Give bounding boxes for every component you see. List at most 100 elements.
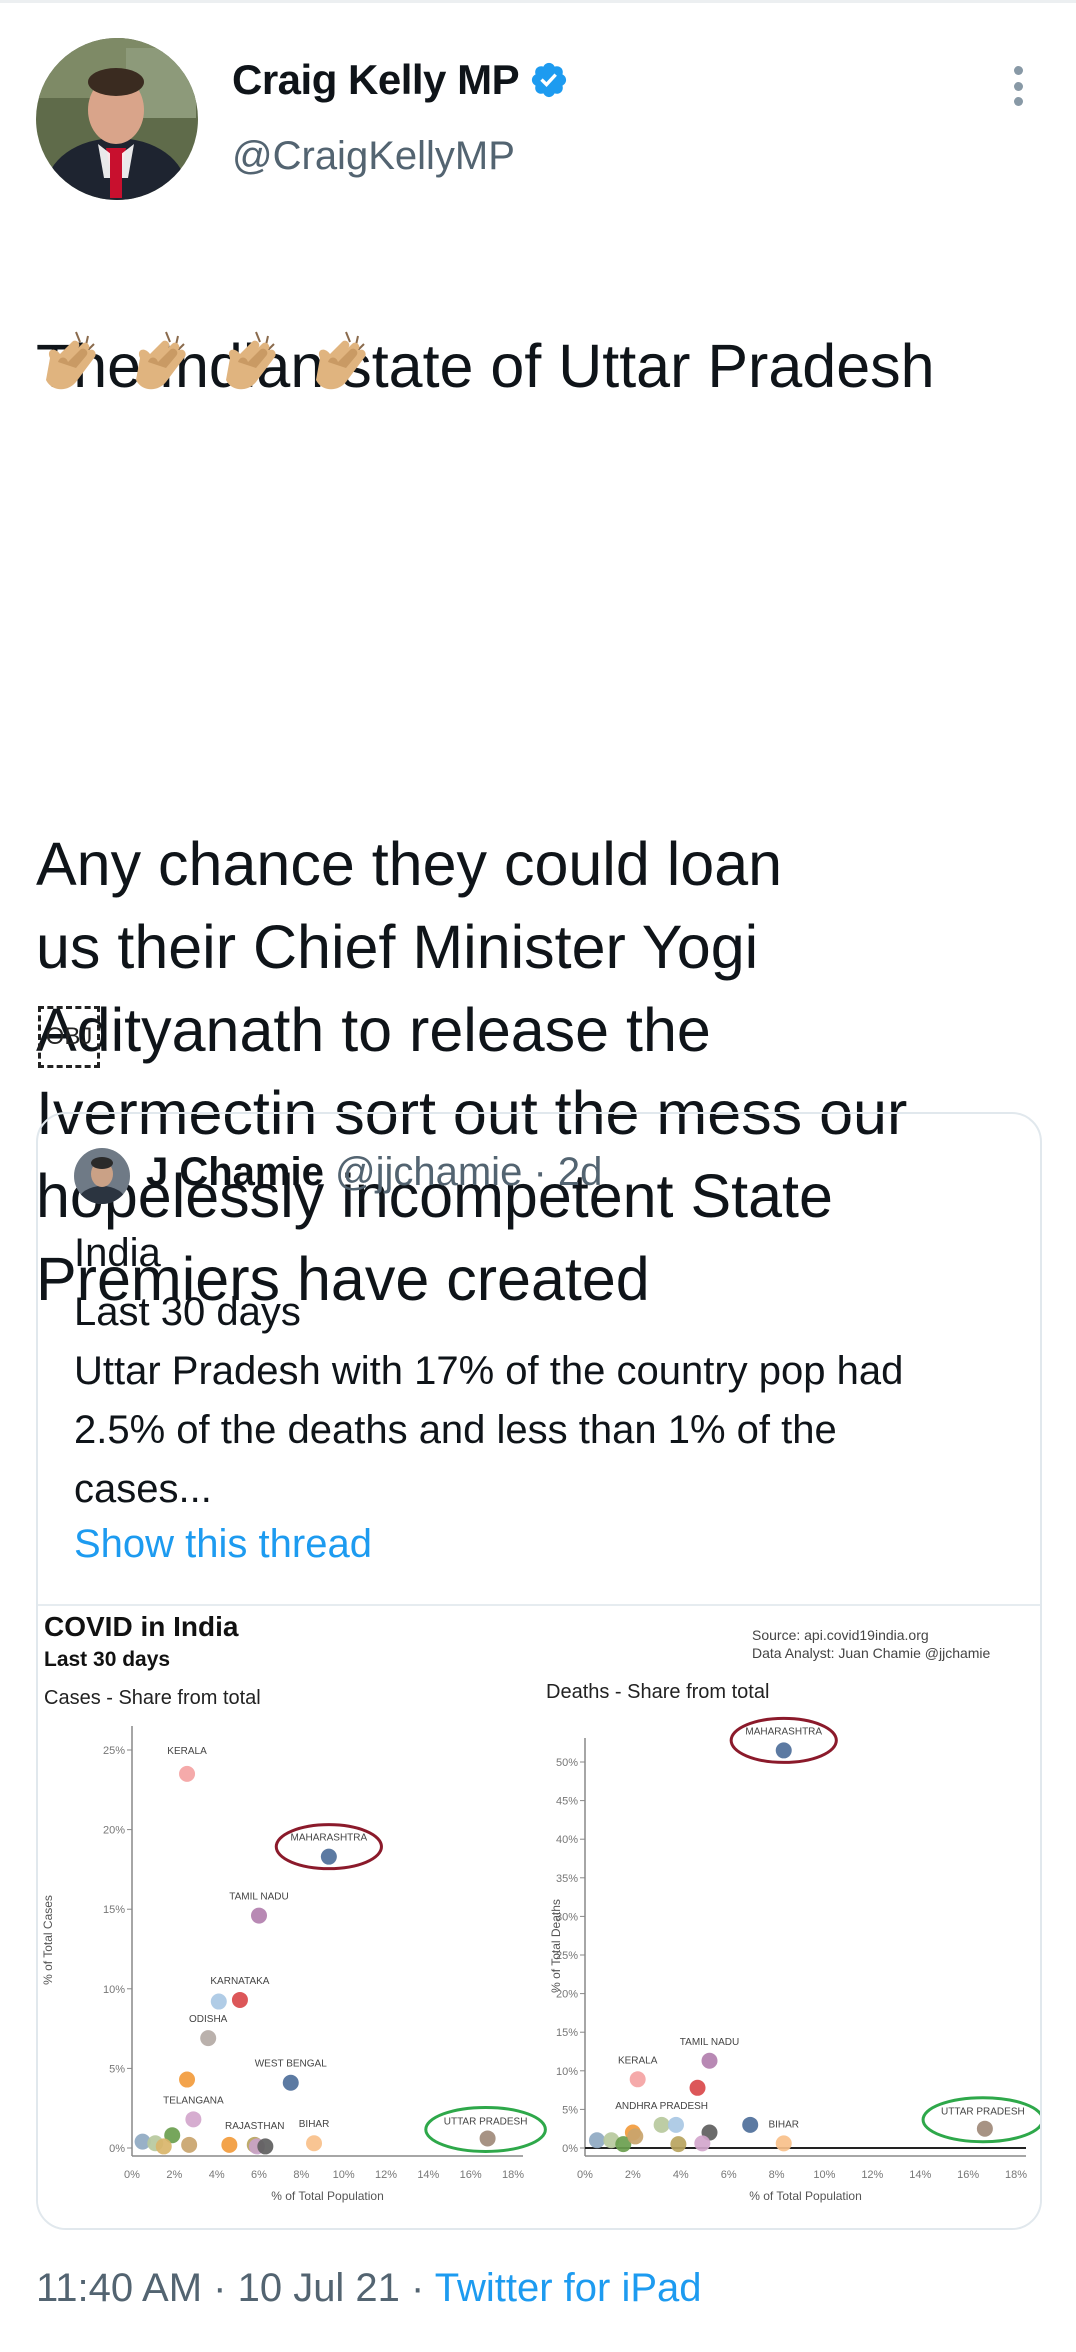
chart-title: COVID in India <box>44 1611 239 1642</box>
point-label: KERALA <box>167 1746 207 1757</box>
y-tick-label: 20% <box>103 1825 125 1837</box>
y-tick-label: 40% <box>556 1834 578 1846</box>
tweet-source-link[interactable]: Twitter for iPad <box>435 2266 702 2310</box>
data-point <box>210 1993 227 2010</box>
point-label: KERALA <box>618 2055 658 2066</box>
covid-chart-image[interactable]: COVID in India Last 30 days Source: api.… <box>38 1606 1040 2228</box>
object-placeholder-icon: OBJ <box>38 1006 100 1068</box>
author-name-row[interactable]: Craig Kelly MP <box>232 56 569 104</box>
data-point <box>185 2111 202 2128</box>
point-label: TELANGANA <box>163 2095 224 2106</box>
x-tick-label: 2% <box>166 2169 182 2181</box>
verified-badge-icon <box>532 62 567 98</box>
point-label: RAJASTHAN <box>225 2121 284 2132</box>
chart-svg: COVID in India Last 30 days Source: api.… <box>38 1606 1040 2228</box>
data-point <box>251 1907 267 1924</box>
x-tick-label: 4% <box>209 2169 225 2181</box>
author-name[interactable]: Craig Kelly MP <box>232 56 520 104</box>
x-tick-label: 16% <box>957 2169 979 2181</box>
point-label: ANDHRA PRADESH <box>615 2101 708 2112</box>
x-tick-label: 10% <box>333 2169 355 2181</box>
chart-source: Source: api.covid19india.org <box>752 1627 929 1643</box>
y-tick-label: 5% <box>562 2104 578 2116</box>
data-point <box>976 2120 993 2137</box>
cases-panel-title: Cases - Share from total <box>44 1687 261 1709</box>
data-point <box>155 2138 172 2155</box>
quoted-line: cases... <box>74 1467 212 1511</box>
point-label: TAMIL NADU <box>680 2037 739 2048</box>
point-label: WEST BENGAL <box>255 2059 327 2070</box>
chart-subtitle: Last 30 days <box>44 1648 170 1671</box>
data-point <box>181 2136 198 2153</box>
x-tick-label: 8% <box>769 2169 785 2181</box>
data-point <box>629 2071 646 2088</box>
data-point <box>775 2135 792 2152</box>
y-axis-label: % of Total Deaths <box>549 1899 563 1993</box>
data-point <box>627 2128 644 2145</box>
x-tick-label: 14% <box>417 2169 439 2181</box>
data-point <box>257 2138 274 2155</box>
top-divider <box>0 0 1076 3</box>
x-tick-label: 12% <box>861 2169 883 2181</box>
clapping-hands-icon <box>136 331 186 390</box>
data-point <box>775 1742 792 1759</box>
point-label: UTTAR PRADESH <box>444 2116 528 2127</box>
author-handle[interactable]: @CraigKellyMP <box>232 134 515 179</box>
data-point <box>200 2030 217 2047</box>
y-tick-label: 10% <box>556 2066 578 2078</box>
x-tick-label: 18% <box>502 2169 524 2181</box>
point-label: ODISHA <box>189 2014 228 2025</box>
data-point <box>479 2130 496 2147</box>
clapping-hands-icon <box>46 331 96 390</box>
point-label: UTTAR PRADESH <box>941 2107 1025 2118</box>
quoted-header: J Chamie @jjchamie · 2d <box>146 1150 602 1195</box>
x-axis-label: % of Total Population <box>271 2189 384 2203</box>
y-tick-label: 0% <box>562 2143 578 2155</box>
y-tick-label: 35% <box>556 1873 578 1885</box>
show-thread-link[interactable]: Show this thread <box>74 1522 372 1567</box>
tweet-timestamp[interactable]: 11:40 AM · 10 Jul 21 · <box>36 2266 435 2310</box>
y-tick-label: 5% <box>109 2063 125 2075</box>
data-point <box>282 2074 299 2091</box>
data-point <box>667 2116 684 2133</box>
data-point <box>320 1848 337 1865</box>
x-tick-label: 14% <box>909 2169 931 2181</box>
y-tick-label: 15% <box>103 1904 125 1916</box>
x-tick-label: 0% <box>577 2169 593 2181</box>
data-point <box>231 1991 248 2008</box>
x-axis-label: % of Total Population <box>749 2189 862 2203</box>
x-tick-label: 4% <box>673 2169 689 2181</box>
more-options-icon[interactable] <box>1000 62 1036 110</box>
author-avatar[interactable] <box>36 38 198 200</box>
quoted-age: · 2d <box>533 1150 603 1194</box>
y-tick-label: 10% <box>103 1984 125 1996</box>
quoted-line: India <box>74 1231 161 1275</box>
deaths-panel-title: Deaths - Share from total <box>546 1681 769 1703</box>
data-point <box>670 2136 687 2153</box>
point-label: BIHAR <box>768 2119 799 2130</box>
quoted-author-name[interactable]: J Chamie <box>146 1150 324 1194</box>
data-point <box>306 2135 323 2152</box>
x-tick-label: 18% <box>1005 2169 1027 2181</box>
clapping-hands-icon <box>316 331 366 390</box>
x-tick-label: 16% <box>460 2169 482 2181</box>
tweet-footer: 11:40 AM · 10 Jul 21 · Twitter for iPad <box>36 2266 702 2311</box>
x-tick-label: 2% <box>625 2169 641 2181</box>
x-tick-label: 6% <box>721 2169 737 2181</box>
x-tick-label: 8% <box>293 2169 309 2181</box>
x-tick-label: 6% <box>251 2169 267 2181</box>
point-label: KARNATAKA <box>210 1976 269 1987</box>
quoted-line: 2.5% of the deaths and less than 1% of t… <box>74 1408 837 1452</box>
data-point <box>694 2135 711 2152</box>
x-tick-label: 10% <box>813 2169 835 2181</box>
quoted-author-avatar[interactable] <box>74 1148 130 1204</box>
point-label: TAMIL NADU <box>229 1892 288 1903</box>
data-point <box>653 2116 670 2133</box>
data-point <box>588 2132 605 2149</box>
x-tick-label: 12% <box>375 2169 397 2181</box>
quoted-author-handle[interactable]: @jjchamie <box>335 1150 522 1194</box>
y-tick-label: 0% <box>109 2143 125 2155</box>
point-label: MAHARASHTRA <box>745 1726 822 1737</box>
x-tick-label: 0% <box>124 2169 140 2181</box>
quoted-tweet-card[interactable]: J Chamie @jjchamie · 2d India Last 30 da… <box>36 1112 1042 2230</box>
